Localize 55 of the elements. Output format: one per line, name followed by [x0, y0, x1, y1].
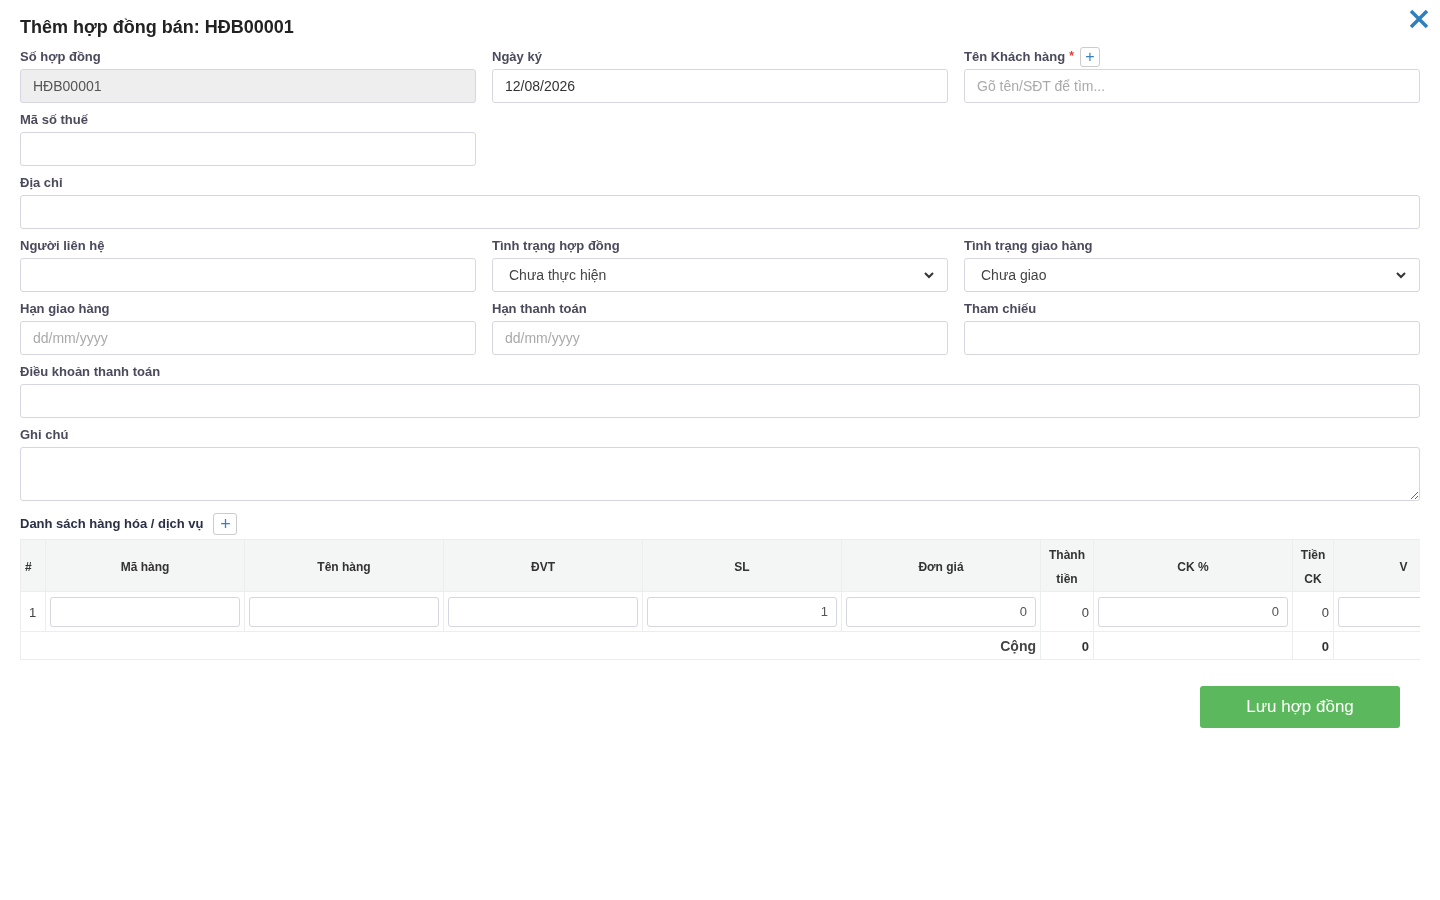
- chevron-down-icon: [923, 269, 935, 281]
- close-icon[interactable]: [1408, 8, 1430, 30]
- table-cell: 0: [1321, 604, 1329, 620]
- select-field[interactable]: Chưa thực hiện: [492, 258, 948, 292]
- field-label: Tham chiếu: [964, 300, 1037, 319]
- chevron-down-icon: [1395, 269, 1407, 281]
- input-field[interactable]: Gõ tên/SĐT để tìm...: [964, 69, 1420, 103]
- field-label: Tên Khách hàng: [964, 48, 1066, 67]
- input-field[interactable]: [20, 195, 1420, 229]
- add-button[interactable]: +: [1079, 47, 1100, 67]
- textarea-field[interactable]: [20, 447, 1420, 501]
- field-label: Địa chỉ: [20, 174, 63, 193]
- field-label: Tình trạng hợp đồng: [492, 237, 620, 256]
- total-label: Cộng: [1000, 637, 1036, 654]
- add-button[interactable]: +: [213, 513, 238, 535]
- column-header: Tiền CK: [1300, 547, 1326, 586]
- column-header: Tên hàng: [317, 559, 371, 574]
- column-header: Mã hàng: [120, 559, 170, 574]
- section-title: Danh sách hàng hóa / dịch vụ: [20, 515, 204, 534]
- input-field[interactable]: [20, 384, 1420, 418]
- column-header: CK %: [1177, 559, 1209, 574]
- column-header: V: [1399, 559, 1408, 574]
- field-label: Mã số thuế: [20, 111, 88, 130]
- input-field[interactable]: [448, 596, 638, 627]
- input-field[interactable]: dd/mm/yyyy: [492, 321, 948, 355]
- column-header: Thành tiền: [1049, 547, 1085, 586]
- column-header: SL: [734, 559, 750, 574]
- input-field[interactable]: dd/mm/yyyy: [20, 321, 476, 355]
- discount-total: 0: [1321, 638, 1329, 654]
- field-label: Số hợp đồng: [20, 48, 101, 67]
- input-field[interactable]: [20, 132, 476, 166]
- column-header: Đơn giá: [918, 559, 964, 574]
- field-label: Hạn giao hàng: [20, 300, 110, 319]
- input-field[interactable]: 12/08/2026: [492, 69, 948, 103]
- table-cell: 1: [29, 604, 37, 620]
- input-field[interactable]: [20, 258, 476, 292]
- column-header: #: [25, 559, 32, 574]
- input-field[interactable]: 1: [647, 596, 837, 627]
- required-mark: *: [1069, 48, 1074, 65]
- table-cell: 0: [1081, 604, 1089, 620]
- field-label: Tình trạng giao hàng: [964, 237, 1093, 256]
- field-label: Người liên hệ: [20, 237, 105, 256]
- field-label: Ngày ký: [492, 48, 542, 67]
- column-header: ĐVT: [531, 559, 555, 574]
- input-field[interactable]: 0: [1098, 596, 1288, 627]
- field-label: Điều khoản thanh toán: [20, 363, 161, 382]
- input-field[interactable]: [249, 596, 439, 627]
- field-label: Ghi chú: [20, 426, 69, 445]
- total-value: 0: [1081, 638, 1089, 654]
- input-field[interactable]: 0: [846, 596, 1036, 627]
- select-field[interactable]: Chưa giao: [964, 258, 1420, 292]
- input-field[interactable]: [964, 321, 1420, 355]
- field-label: Hạn thanh toán: [492, 300, 587, 319]
- dialog-title: Thêm hợp đồng bán: HĐB00001: [20, 16, 295, 39]
- input-field[interactable]: [50, 596, 240, 627]
